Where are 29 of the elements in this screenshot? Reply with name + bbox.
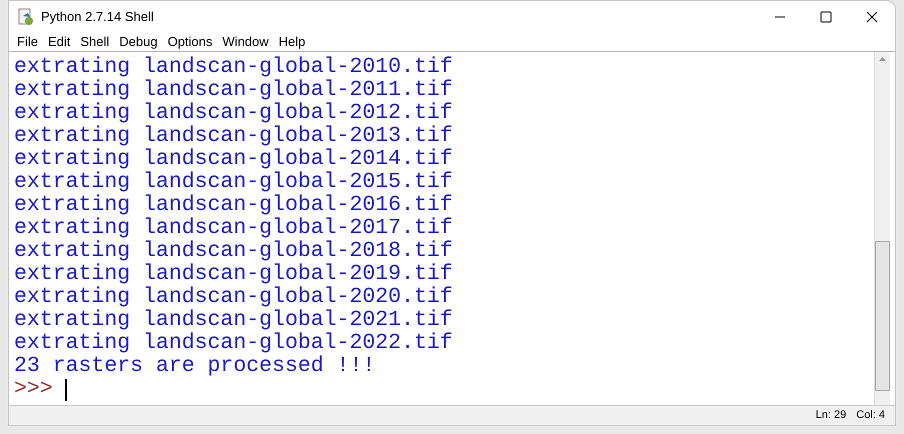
menu-item[interactable]: Shell xyxy=(76,34,114,50)
output-line: extrating landscan-global-2010.tif xyxy=(14,56,453,79)
output-line: extrating landscan-global-2017.tif xyxy=(14,217,453,240)
column-status: Col: 4 xyxy=(856,408,885,424)
output-line: extrating landscan-global-2018.tif xyxy=(14,240,453,263)
output-line: extrating landscan-global-2015.tif xyxy=(14,171,453,194)
output-line: extrating landscan-global-2021.tif xyxy=(14,309,453,332)
menu-item[interactable]: Edit xyxy=(44,34,74,50)
scrollbar-thumb[interactable] xyxy=(875,241,890,391)
window-title: Python 2.7.14 Shell xyxy=(41,8,154,26)
output-line: extrating landscan-global-2014.tif xyxy=(14,148,453,171)
menu-item[interactable]: Window xyxy=(218,34,273,50)
scrollbar[interactable] xyxy=(874,52,890,405)
python-shell-icon xyxy=(17,8,35,26)
output-line: extrating landscan-global-2022.tif xyxy=(14,332,453,355)
menu-item[interactable]: File xyxy=(13,34,42,50)
output-line: extrating landscan-global-2011.tif xyxy=(14,79,453,102)
output-line: extrating landscan-global-2012.tif xyxy=(14,102,453,125)
output-line: extrating landscan-global-2020.tif xyxy=(14,286,453,309)
shell-prompt: >>> xyxy=(14,378,53,401)
output-line: extrating landscan-global-2016.tif xyxy=(14,194,453,217)
menu-item[interactable]: Options xyxy=(164,34,216,50)
output-line: 23 rasters are processed !!! xyxy=(14,355,376,378)
menu-item[interactable]: Help xyxy=(274,34,310,50)
line-number-status: Ln: 29 xyxy=(816,408,846,424)
menu-item[interactable]: Debug xyxy=(115,34,162,50)
text-cursor xyxy=(64,378,67,400)
output-line: extrating landscan-global-2013.tif xyxy=(14,125,453,148)
output-line: extrating landscan-global-2019.tif xyxy=(14,263,453,286)
